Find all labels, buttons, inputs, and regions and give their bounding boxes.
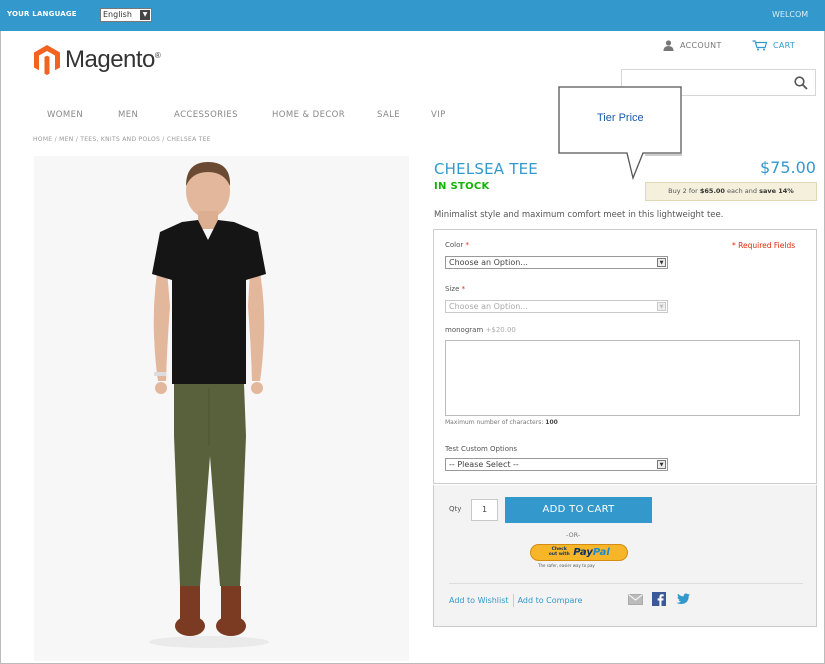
tier-price-box: Buy 2 for $65.00 each and save 14% [645,182,817,201]
product-description: Minimalist style and maximum comfort mee… [434,210,724,220]
size-select[interactable]: Choose an Option... ▼ [445,300,668,313]
language-value: English [103,10,132,19]
chevron-down-icon: ▼ [140,10,150,20]
language-select[interactable]: English ▼ [100,8,152,22]
facebook-icon[interactable] [652,592,666,606]
chevron-down-icon: ▼ [657,302,666,311]
add-to-cart-button[interactable]: ADD TO CART [505,497,652,523]
monogram-textarea[interactable] [445,340,800,416]
tier-price-callout [558,86,682,181]
qty-label: Qty [449,505,462,513]
chevron-down-icon: ▼ [657,460,666,469]
welcome-message: WELCOM [772,10,809,19]
paypal-checkout-button[interactable]: Check out with PayPal [530,544,628,561]
nav-item-accessories[interactable]: ACCESSORIES [174,110,272,120]
product-name: CHELSEA TEE [434,160,538,178]
required-fields-note: * Required Fields [732,241,796,250]
product-image[interactable] [34,156,409,661]
size-label: Size * [445,285,466,293]
main-nav: WOMEN MEN ACCESSORIES HOME & DECOR SALE … [47,110,446,120]
monogram-label: monogram +$20.00 [445,326,516,334]
chevron-down-icon: ▼ [657,258,666,267]
cart-label: CART [773,41,796,50]
account-link[interactable]: ACCOUNT [663,40,722,51]
account-label: ACCOUNT [680,41,722,50]
breadcrumb[interactable]: HOME / MEN / TEES, KNITS AND POLOS / CHE… [33,136,211,143]
nav-item-women[interactable]: WOMEN [47,110,118,120]
top-bar: YOUR LANGUAGE English ▼ WELCOM [0,0,825,31]
nav-item-home-decor[interactable]: HOME & DECOR [272,110,377,120]
email-icon[interactable] [628,593,643,605]
search-icon[interactable] [794,76,808,90]
product-links: Add to Wishlist Add to Compare [449,594,582,607]
model-figure [149,162,269,648]
product-price: $75.00 [760,158,816,177]
nav-item-men[interactable]: MEN [118,110,174,120]
cart-icon [752,40,768,51]
qty-input[interactable]: 1 [471,499,498,521]
link-separator [512,594,514,607]
color-label: Color * [445,241,470,249]
twitter-icon[interactable] [675,592,690,606]
logo-text: Magento® [65,46,161,73]
logo[interactable]: Magento® [34,42,161,78]
paypal-logo: PayPal [573,547,610,558]
nav-item-vip[interactable]: VIP [431,110,446,120]
paypal-checkout-label: Check out with [548,547,570,557]
language-label: YOUR LANGUAGE [7,10,77,18]
callout-text: Tier Price [597,112,644,124]
custom-options-label: Test Custom Options [445,445,518,453]
add-to-compare-link[interactable]: Add to Compare [518,596,583,605]
divider [449,583,803,584]
paypal-tagline: The safer, easier way to pay [538,563,595,568]
or-separator: -OR- [566,531,581,539]
social-links [628,592,690,606]
cart-link[interactable]: CART [752,40,795,51]
nav-item-sale[interactable]: SALE [377,110,431,120]
person-icon [663,40,674,51]
magento-logo-icon [34,45,60,75]
add-to-wishlist-link[interactable]: Add to Wishlist [449,596,509,605]
max-characters-note: Maximum number of characters: 100 [445,419,558,426]
stock-status: IN STOCK [434,181,490,192]
color-select[interactable]: Choose an Option... ▼ [445,256,668,269]
custom-options-select[interactable]: -- Please Select -- ▼ [445,458,668,471]
